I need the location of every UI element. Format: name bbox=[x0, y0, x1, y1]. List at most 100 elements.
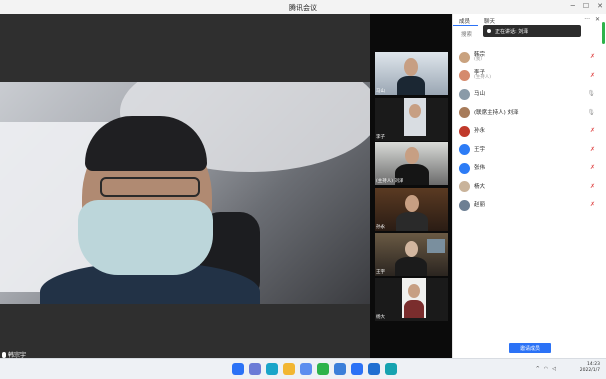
mic-muted-icon[interactable]: ✗ bbox=[590, 53, 595, 60]
file-explorer-icon[interactable] bbox=[283, 363, 295, 375]
participant-face bbox=[405, 147, 419, 164]
participant-row[interactable]: 马山 🎙 bbox=[459, 85, 601, 104]
more-icon[interactable]: ··· bbox=[584, 16, 590, 23]
participant-body bbox=[395, 257, 427, 276]
video-stage: 韩宗宇 bbox=[0, 14, 370, 359]
participant-row[interactable]: 李子 (主持人) ✗ bbox=[459, 67, 601, 86]
speaking-toast: 正在讲话: 刘泽 bbox=[483, 25, 581, 37]
participant-face bbox=[405, 241, 418, 257]
participant-name: 王宇 bbox=[474, 146, 486, 153]
avatar bbox=[459, 51, 470, 63]
edge-icon[interactable] bbox=[266, 363, 278, 375]
video-thumbnail[interactable]: 李子 bbox=[375, 98, 448, 141]
volume-icon[interactable]: ◁ bbox=[552, 366, 556, 372]
main-video[interactable] bbox=[0, 82, 370, 304]
thumbnail-label: 杨大 bbox=[376, 315, 385, 320]
clock[interactable]: 14:23 2022/1/7 bbox=[580, 362, 600, 375]
video-thumbnail[interactable]: 孙永 bbox=[375, 188, 448, 231]
avatar bbox=[459, 144, 470, 156]
avatar bbox=[459, 125, 470, 137]
close-icon[interactable]: ✕ bbox=[597, 2, 603, 10]
speaker-glasses bbox=[100, 177, 200, 197]
avatar bbox=[459, 70, 470, 82]
chevron-up-icon[interactable]: ^ bbox=[536, 366, 540, 372]
participant-row[interactable]: 赵丽 ✗ bbox=[459, 196, 601, 215]
video-thumbnail[interactable]: 王宇 bbox=[375, 233, 448, 276]
participant-name: 马山 bbox=[474, 91, 486, 98]
avatar bbox=[459, 162, 470, 174]
taskbar: ^ ◠ ◁ 14:23 2022/1/7 bbox=[0, 358, 606, 379]
mic-icon[interactable]: 🎙 bbox=[587, 90, 595, 97]
tab-members[interactable]: 成员 bbox=[453, 14, 479, 26]
speaking-text: 正在讲话: 刘泽 bbox=[495, 29, 529, 35]
taskbar-app-list bbox=[232, 363, 397, 375]
search-icon[interactable] bbox=[249, 363, 261, 375]
invite-button[interactable]: 邀请成员 bbox=[509, 343, 551, 353]
minimize-icon[interactable]: ─ bbox=[571, 2, 575, 10]
video-thumbnail[interactable]: (主持人) 刘泽 bbox=[375, 142, 448, 185]
speaker-dot-icon bbox=[487, 29, 491, 33]
meeting-window: 腾讯会议 ─ ☐ ✕ 韩宗宇 马山 李子 (主持人) 刘泽 孙永 王宇 杨大 成… bbox=[0, 0, 606, 359]
participant-face bbox=[404, 58, 418, 76]
mic-muted-icon[interactable]: ✗ bbox=[590, 164, 595, 171]
system-tray-icons: ^ ◠ ◁ bbox=[536, 366, 556, 372]
mic-muted-icon[interactable]: ✗ bbox=[590, 183, 595, 190]
mic-icon bbox=[2, 351, 6, 358]
panel-close-icon[interactable]: ✕ bbox=[595, 16, 600, 23]
participant-body bbox=[397, 76, 425, 95]
participant-face bbox=[408, 284, 420, 298]
participant-name: 李子 (主持人) bbox=[474, 70, 492, 81]
mic-muted-icon[interactable]: ✗ bbox=[590, 146, 595, 153]
mic-icon[interactable]: 🎙 bbox=[587, 109, 595, 116]
video-thumbnail[interactable]: 马山 bbox=[375, 52, 448, 95]
window-controls: ─ ☐ ✕ bbox=[571, 2, 603, 10]
participant-name: 杨大 bbox=[474, 183, 486, 190]
participant-row[interactable]: 孙永 ✗ bbox=[459, 122, 601, 141]
thumbnail-label: (主持人) 刘泽 bbox=[376, 179, 404, 184]
mic-muted-icon[interactable]: ✗ bbox=[590, 72, 595, 79]
video-thumbnail-rail: 马山 李子 (主持人) 刘泽 孙永 王宇 杨大 bbox=[370, 14, 452, 358]
participant-body bbox=[396, 212, 428, 231]
wifi-icon[interactable]: ◠ bbox=[544, 366, 548, 372]
panel-scrollbar[interactable] bbox=[602, 22, 605, 44]
thumbnail-label: 王宇 bbox=[376, 270, 385, 275]
mic-muted-icon[interactable]: ✗ bbox=[590, 201, 595, 208]
members-panel: 成员 聊天 ··· ✕ 搜索 正在讲话: 刘泽 韩宗 (我) ✗ 李子 (主持人) … bbox=[452, 14, 606, 358]
windows-start-icon[interactable] bbox=[232, 363, 244, 375]
media-icon[interactable] bbox=[385, 363, 397, 375]
notes-icon[interactable] bbox=[300, 363, 312, 375]
background-monitor bbox=[427, 239, 445, 253]
participant-row[interactable]: (联席主持人) 刘泽 🎙 bbox=[459, 104, 601, 123]
window-title: 腾讯会议 bbox=[289, 4, 317, 12]
participant-name: 赵丽 bbox=[474, 202, 486, 209]
participant-row[interactable]: 王宇 ✗ bbox=[459, 141, 601, 160]
clock-date: 2022/1/7 bbox=[579, 368, 600, 374]
participant-row[interactable]: 韩宗 (我) ✗ bbox=[459, 48, 601, 67]
maximize-icon[interactable]: ☐ bbox=[583, 2, 589, 10]
participant-name: 张伟 bbox=[474, 165, 486, 172]
participant-face bbox=[409, 104, 421, 118]
avatar bbox=[459, 88, 470, 100]
mail-icon[interactable] bbox=[368, 363, 380, 375]
search-input[interactable]: 搜索 bbox=[461, 27, 481, 39]
participant-name: 孙永 bbox=[474, 128, 486, 135]
wechat-icon[interactable] bbox=[317, 363, 329, 375]
thumbnail-label: 李子 bbox=[376, 135, 385, 140]
avatar bbox=[459, 199, 470, 211]
participant-face bbox=[405, 195, 419, 212]
avatar bbox=[459, 181, 470, 193]
thumbnail-label: 孙永 bbox=[376, 225, 385, 230]
thumbnail-label: 马山 bbox=[376, 89, 385, 94]
video-thumbnail[interactable]: 杨大 bbox=[375, 278, 448, 321]
participant-row[interactable]: 张伟 ✗ bbox=[459, 159, 601, 178]
photos-icon[interactable] bbox=[334, 363, 346, 375]
participant-list: 韩宗(我) ✗ 李子(主持人) ✗ 马山 🎙 (联席主持人) 刘泽 🎙 孙永 bbox=[459, 48, 601, 215]
participant-row[interactable]: 杨大 ✗ bbox=[459, 178, 601, 197]
mic-muted-icon[interactable]: ✗ bbox=[590, 127, 595, 134]
title-bar: 腾讯会议 ─ ☐ ✕ bbox=[0, 0, 606, 14]
avatar bbox=[459, 107, 470, 119]
participant-name: (联席主持人) 刘泽 bbox=[474, 109, 519, 116]
participant-name: 韩宗 (我) bbox=[474, 51, 486, 62]
speaker-mask bbox=[78, 200, 213, 275]
meeting-icon[interactable] bbox=[351, 363, 363, 375]
